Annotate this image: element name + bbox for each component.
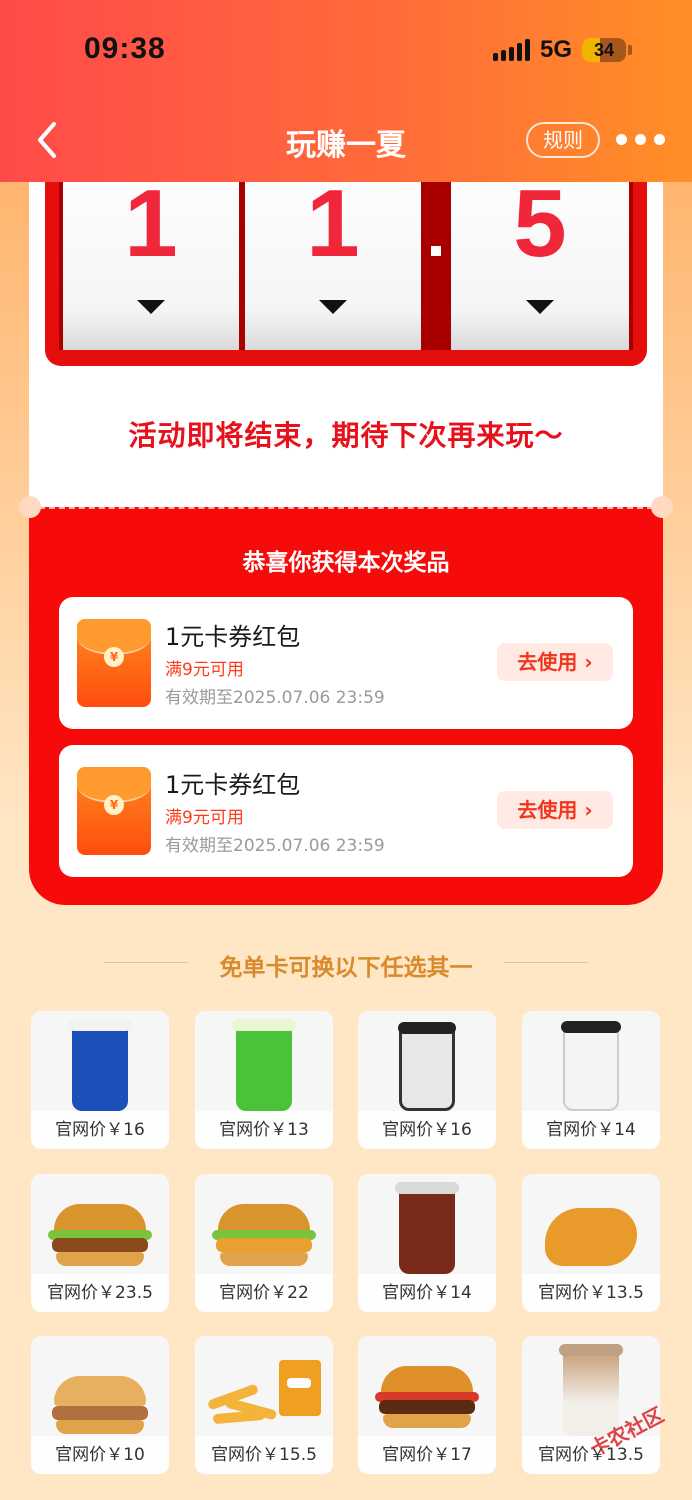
counter-frame: 1 1 5: [45, 150, 647, 366]
product-price: 官网价￥13: [195, 1111, 333, 1149]
coupon-name: 1元卡券红包: [165, 623, 301, 651]
chevron-right-icon: ›: [584, 650, 593, 674]
product-card[interactable]: 官网价￥13.5: [522, 1336, 660, 1474]
use-coupon-button[interactable]: 去使用 ›: [497, 791, 613, 829]
product-card[interactable]: 官网价￥14: [522, 1011, 660, 1149]
battery-tip: [628, 45, 632, 55]
yuan-coin: ¥: [104, 795, 124, 815]
more-icon[interactable]: [616, 134, 665, 145]
product-card[interactable]: 官网价￥16: [31, 1011, 169, 1149]
use-coupon-button[interactable]: 去使用 ›: [497, 643, 613, 681]
yuan-coin: ¥: [104, 647, 124, 667]
coupon-condition: 满9元可用: [165, 808, 244, 828]
fried-chicken-icon: [545, 1208, 637, 1266]
burger-icon: [48, 1204, 152, 1268]
breakfast-sandwich-icon: [48, 1376, 152, 1440]
digit-value: 1: [124, 170, 178, 277]
product-price: 官网价￥14: [358, 1274, 496, 1312]
red-envelope-icon: ¥: [77, 619, 151, 707]
caret-down-icon: [137, 300, 165, 314]
caret-down-icon: [526, 300, 554, 314]
product-price: 官网价￥13.5: [522, 1274, 660, 1312]
coffee-cup-icon: [68, 1019, 132, 1111]
decimal-point: [431, 246, 441, 256]
network-label: 5G: [539, 36, 572, 63]
signal-icon: [492, 39, 530, 61]
activity-end-message: 活动即将结束，期待下次再来玩～: [128, 419, 564, 452]
product-card[interactable]: 官网价￥14: [358, 1174, 496, 1312]
product-card[interactable]: 官网价￥15.5: [195, 1336, 333, 1474]
product-price: 官网价￥16: [358, 1111, 496, 1149]
coupon-card: ¥ 1元卡券红包 满9元可用 有效期至2025.07.06 23:59 去使用 …: [59, 597, 633, 729]
product-price: 官网价￥17: [358, 1436, 496, 1474]
product-price: 官网价￥15.5: [195, 1436, 333, 1474]
fries-icon: [206, 1383, 287, 1425]
free-card-title: 免单卡可换以下任选其一: [219, 955, 473, 981]
chevron-right-icon: ›: [584, 798, 593, 822]
coupon-expiry: 有效期至2025.07.06 23:59: [165, 688, 385, 708]
status-icons: 5G 34: [492, 36, 632, 64]
product-card[interactable]: 官网价￥16: [358, 1011, 496, 1149]
rules-button[interactable]: 规则: [526, 122, 600, 158]
red-envelope-icon: ¥: [77, 767, 151, 855]
header: 09:38 5G 34 玩赚一夏 规则: [0, 0, 692, 182]
battery-icon: 34: [582, 38, 626, 62]
result-card: 1 1 5 活动即将结束，期待下次再来玩～: [29, 150, 663, 512]
product-card[interactable]: 官网价￥17: [358, 1336, 496, 1474]
product-card[interactable]: 官网价￥23.5: [31, 1174, 169, 1312]
burger-icon: [212, 1204, 316, 1268]
product-card[interactable]: 官网价￥13: [195, 1011, 333, 1149]
product-card[interactable]: 官网价￥13.5: [522, 1174, 660, 1312]
product-price: 官网价￥23.5: [31, 1274, 169, 1312]
caret-down-icon: [319, 300, 347, 314]
product-card[interactable]: 官网价￥22: [195, 1174, 333, 1312]
ticket-notch: [651, 496, 673, 518]
product-price: 官网价￥22: [195, 1274, 333, 1312]
coupon-condition: 满9元可用: [165, 660, 244, 680]
tea-cup-icon: [398, 1022, 456, 1111]
prize-section: 恭喜你获得本次奖品 ¥ 1元卡券红包 满9元可用 有效期至2025.07.06 …: [29, 507, 663, 905]
use-button-label: 去使用: [517, 798, 578, 822]
coffee-cup-icon: [561, 1021, 621, 1111]
coupon-name: 1元卡券红包: [165, 771, 301, 799]
product-card[interactable]: 官网价￥10: [31, 1336, 169, 1474]
battery-level: 34: [593, 40, 615, 60]
prize-title: 恭喜你获得本次奖品: [242, 550, 450, 576]
use-button-label: 去使用: [517, 650, 578, 674]
iced-drink-icon: [395, 1182, 459, 1274]
status-time: 09:38: [84, 32, 166, 65]
tea-cup-icon: [232, 1019, 296, 1111]
product-price: 官网价￥14: [522, 1111, 660, 1149]
digit-value: 5: [513, 170, 567, 277]
ticket-notch: [19, 496, 41, 518]
product-price: 官网价￥10: [31, 1436, 169, 1474]
coupon-card: ¥ 1元卡券红包 满9元可用 有效期至2025.07.06 23:59 去使用 …: [59, 745, 633, 877]
product-price: 官网价￥16: [31, 1111, 169, 1149]
burger-icon: [375, 1366, 479, 1430]
coupon-expiry: 有效期至2025.07.06 23:59: [165, 836, 385, 856]
digit-value: 1: [306, 170, 360, 277]
